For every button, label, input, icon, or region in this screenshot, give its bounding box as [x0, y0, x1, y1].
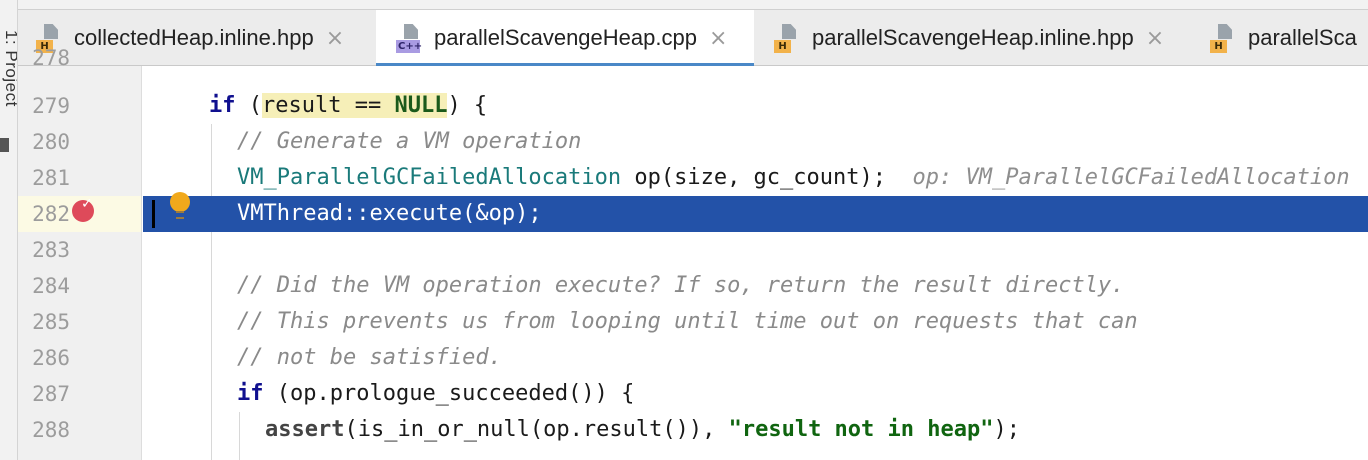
code-line-288[interactable]: assert(is_in_or_null(op.result()), "resu…	[143, 412, 1368, 448]
text-caret	[152, 200, 155, 228]
editor-tab-bar: H collectedHeap.inline.hpp × C++ paralle…	[18, 10, 1368, 67]
code-line-280[interactable]: // Generate a VM operation	[143, 124, 1368, 160]
line-number: 288	[32, 418, 70, 442]
code-line-285[interactable]: // This prevents us from looping until t…	[143, 304, 1368, 340]
project-tool-window-strip[interactable]: 1: Project	[0, 0, 18, 460]
header-file-icon: H	[774, 23, 800, 53]
line-number: 286	[32, 346, 70, 370]
breakpoint-icon[interactable]: ✓	[72, 196, 94, 222]
line-number: 282	[32, 202, 70, 226]
project-tool-window-button[interactable]: 1: Project	[1, 30, 17, 130]
tab-label: parallelScavengeHeap.cpp	[434, 25, 697, 50]
tab-parallelscavengeheap-cpp[interactable]: C++ parallelScavengeHeap.cpp ×	[376, 10, 754, 67]
header-file-icon: H	[1210, 23, 1236, 53]
close-icon[interactable]: ×	[709, 26, 727, 51]
close-icon[interactable]: ×	[1146, 26, 1164, 51]
line-number: 285	[32, 310, 70, 334]
cpp-file-icon: C++	[396, 23, 422, 53]
code-editor[interactable]: if (result == NULL) { // Generate a VM o…	[143, 66, 1368, 460]
execution-point-line[interactable]: VMThread::execute(&op);	[143, 196, 1368, 232]
navigation-bar-peek	[18, 0, 1368, 10]
editor-gutter[interactable]: 278 279 280 281 282 283 284 285 286 287 …	[18, 46, 142, 460]
line-number: 284	[32, 274, 70, 298]
code-line-281[interactable]: VM_ParallelGCFailedAllocation op(size, g…	[143, 160, 1368, 196]
tab-label: parallelScavengeHeap.inline.hpp	[812, 25, 1134, 50]
line-number: 280	[32, 130, 70, 154]
intention-bulb-icon[interactable]	[170, 192, 190, 222]
code-line-286[interactable]: // not be satisfied.	[143, 340, 1368, 376]
tab-label: parallelSca	[1248, 25, 1357, 50]
project-tool-window-label: 1: Project	[2, 30, 17, 107]
tool-strip-marker	[0, 138, 9, 152]
line-number: 283	[32, 238, 70, 262]
code-line-279[interactable]: if (result == NULL) {	[143, 88, 1368, 124]
tab-parallelscavengeheap-overflow[interactable]: H parallelSca	[1194, 10, 1368, 66]
inline-debug-value: op: VM_ParallelGCFailedAllocation	[912, 165, 1350, 190]
tab-parallelscavengeheap-inline-hpp[interactable]: H parallelScavengeHeap.inline.hpp ×	[754, 10, 1194, 66]
code-line-287[interactable]: if (op.prologue_succeeded()) {	[143, 376, 1368, 412]
line-number: 279	[32, 94, 70, 118]
line-number: 281	[32, 166, 70, 190]
code-line-284[interactable]: // Did the VM operation execute? If so, …	[143, 268, 1368, 304]
line-number: 287	[32, 382, 70, 406]
close-icon[interactable]: ×	[326, 26, 344, 51]
line-number: 278	[32, 46, 70, 70]
